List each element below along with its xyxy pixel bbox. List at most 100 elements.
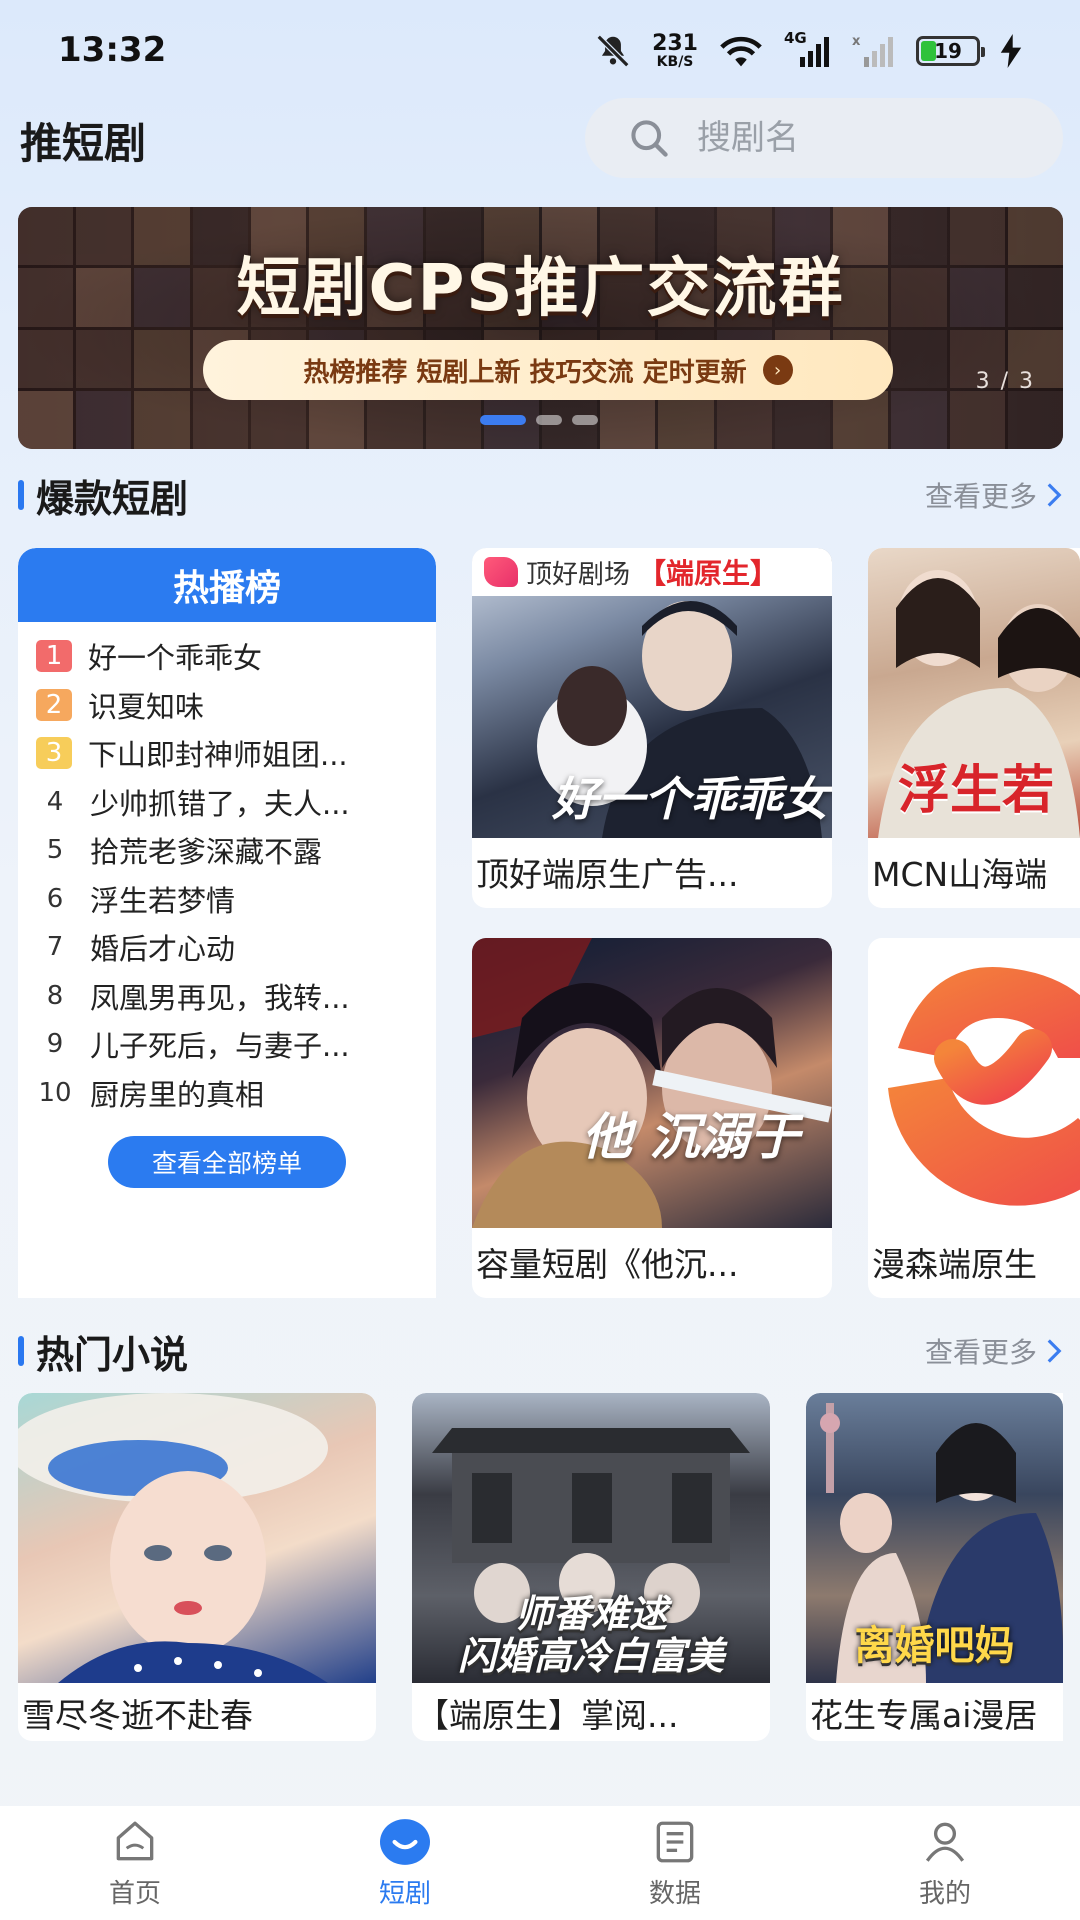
nav-item-data[interactable]: 数据	[540, 1806, 810, 1920]
banner-subtitle: 热榜推荐 短剧上新 技巧交流 定时更新	[303, 357, 747, 388]
ranking-title: 拾荒老爹深藏不露	[90, 835, 323, 870]
banner-dot[interactable]	[536, 415, 562, 425]
data-icon	[656, 1821, 694, 1862]
section-header-drama: 爆款短剧 查看更多	[18, 470, 1063, 521]
novel-card[interactable]: 离婚吧妈 花生专属ai漫居	[806, 1393, 1063, 1741]
banner-dot[interactable]	[480, 415, 526, 425]
ranking-title: 婚后才心动	[90, 932, 236, 967]
cover-tag: 【端原生】	[638, 557, 779, 590]
cover-figures	[472, 938, 832, 1228]
brand-logo-icon	[888, 967, 1080, 1206]
cover-brand: 顶好剧场	[526, 559, 631, 590]
ranking-title: 厨房里的真相	[90, 1077, 265, 1112]
drama-card[interactable]: 浮生若 MCN山海端	[868, 548, 1080, 908]
banner-subtitle-pill: 热榜推荐 短剧上新 技巧交流 定时更新 ›	[203, 340, 893, 400]
novel-card[interactable]: 雪尽冬逝不赴春	[18, 1393, 376, 1741]
nav-label: 短剧	[378, 1878, 431, 1909]
bottom-navigation: 首页 短剧 数据 我的	[0, 1806, 1080, 1920]
home-icon	[116, 1821, 154, 1860]
ranking-item[interactable]: 3 下山即封神师姐团...	[36, 729, 436, 778]
drama-card-title: MCN山海端	[872, 855, 1048, 894]
novel-card-title: 花生专属ai漫居	[810, 1696, 1038, 1735]
net-speed-value: 231	[652, 31, 698, 56]
ranking-item[interactable]: 7 婚后才心动	[36, 923, 436, 972]
promo-banner[interactable]: 短剧CPS推广交流群 热榜推荐 短剧上新 技巧交流 定时更新 › 3 / 3	[18, 207, 1063, 449]
hot-ranking-list: 1 好一个乖乖女 2 识夏知味 3 下山即封神师姐团... 4 少帅抓错了，夫人... …	[18, 622, 436, 1117]
drama-cover	[868, 938, 1080, 1228]
ranking-title: 儿子死后，与妻子...	[90, 1029, 350, 1064]
nav-item-profile[interactable]: 我的	[810, 1806, 1080, 1920]
search-box[interactable]	[585, 98, 1063, 178]
view-more-link[interactable]: 查看更多	[925, 475, 1063, 515]
ranking-title: 浮生若梦情	[90, 883, 236, 918]
ranking-title: 少帅抓错了，夫人...	[90, 786, 350, 821]
drama-card[interactable]: 漫森端原生	[868, 938, 1080, 1298]
novel-cover: 师番难逑 闪婚高冷白富美	[412, 1393, 770, 1683]
ranking-item[interactable]: 5 拾荒老爹深藏不露	[36, 826, 436, 875]
drama-card[interactable]: 他 沉溺于 容量短剧《他沉...	[472, 938, 832, 1298]
view-more-label: 查看更多	[924, 480, 1037, 513]
rank-number: 4	[46, 786, 64, 817]
rank-number: 8	[46, 980, 64, 1011]
view-more-link[interactable]: 查看更多	[925, 1331, 1063, 1371]
drama-cover: 顶好剧场 【端原生】 好一个乖乖女	[472, 548, 832, 838]
signal-4g-icon: 4G	[784, 29, 832, 69]
ranking-item[interactable]: 4 少帅抓错了，夫人...	[36, 778, 436, 827]
section-title: 热门小说	[36, 1332, 189, 1377]
rank-badge: 2	[36, 688, 72, 721]
ranking-title: 下山即封神师姐团...	[88, 738, 348, 773]
ranking-item[interactable]: 6 浮生若梦情	[36, 875, 436, 924]
search-input[interactable]	[697, 118, 1017, 158]
drama-card-title: 顶好端原生广告...	[476, 855, 739, 894]
status-time: 13:32	[58, 30, 167, 70]
ranking-item[interactable]: 9 儿子死后，与妻子...	[36, 1020, 436, 1069]
status-bar: 13:32 231 KB/S 4G x 19	[0, 0, 1080, 100]
mute-bell-icon	[596, 34, 630, 68]
drama-cover: 他 沉溺于	[472, 938, 832, 1228]
net-speed: 231 KB/S	[652, 31, 698, 70]
nav-label: 首页	[108, 1878, 161, 1909]
ranking-title: 凤凰男再见，我转...	[90, 980, 350, 1015]
cover-script-text: 浮生若	[898, 760, 1055, 821]
hot-ranking-panel: 热播榜 1 好一个乖乖女 2 识夏知味 3 下山即封神师姐团... 4 少帅抓错了，夫人…	[18, 548, 436, 1298]
cover-script-text: 好一个乖乖女	[552, 772, 828, 826]
ranking-item[interactable]: 10 厨房里的真相	[36, 1069, 436, 1118]
charging-icon	[1000, 34, 1022, 68]
section-accent-bar	[18, 1336, 24, 1366]
cover-caption: 闪婚高冷白富美	[457, 1634, 724, 1678]
nav-item-home[interactable]: 首页	[0, 1806, 270, 1920]
ranking-item[interactable]: 2 识夏知味	[36, 681, 436, 730]
status-icons: 231 KB/S 4G x 19	[594, 28, 1022, 74]
rank-number: 9	[46, 1029, 64, 1060]
rank-badge: 1	[36, 640, 72, 673]
banner-counter: 3 / 3	[975, 369, 1035, 394]
novel-card[interactable]: 师番难逑 闪婚高冷白富美 【端原生】掌阅...	[412, 1393, 770, 1741]
banner-dot[interactable]	[572, 415, 598, 425]
nav-label: 我的	[918, 1878, 971, 1909]
drama-cover: 浮生若	[868, 548, 1080, 838]
hot-ranking-title: 热播榜	[18, 548, 436, 622]
ranking-item[interactable]: 1 好一个乖乖女	[36, 632, 436, 681]
rank-number: 10	[38, 1077, 72, 1108]
drama-card[interactable]: 顶好剧场 【端原生】 好一个乖乖女 顶好端原生广告...	[472, 548, 832, 908]
view-all-ranking-button[interactable]: 查看全部榜单	[108, 1136, 346, 1188]
rank-number: 6	[46, 883, 64, 914]
wifi-icon	[720, 36, 762, 67]
brand-logo-icon	[484, 557, 518, 587]
drama-card-title: 容量短剧《他沉...	[476, 1245, 739, 1284]
banner-pagination	[480, 415, 598, 425]
drama-icon	[380, 1818, 430, 1865]
cover-caption: 离婚吧妈	[854, 1623, 1015, 1669]
arrow-right-icon: ›	[762, 355, 793, 385]
section-accent-bar	[18, 480, 24, 510]
view-more-label: 查看更多	[924, 1336, 1037, 1369]
ranking-title: 好一个乖乖女	[88, 641, 263, 676]
net-speed-unit: KB/S	[656, 54, 694, 70]
chevron-right-icon	[1047, 1339, 1062, 1363]
profile-icon	[925, 1822, 965, 1862]
section-title: 爆款短剧	[36, 476, 189, 521]
battery-icon: 19	[916, 36, 985, 66]
nav-item-drama[interactable]: 短剧	[270, 1806, 540, 1920]
banner-title: 短剧CPS推广交流群	[236, 252, 845, 326]
ranking-item[interactable]: 8 凤凰男再见，我转...	[36, 972, 436, 1021]
